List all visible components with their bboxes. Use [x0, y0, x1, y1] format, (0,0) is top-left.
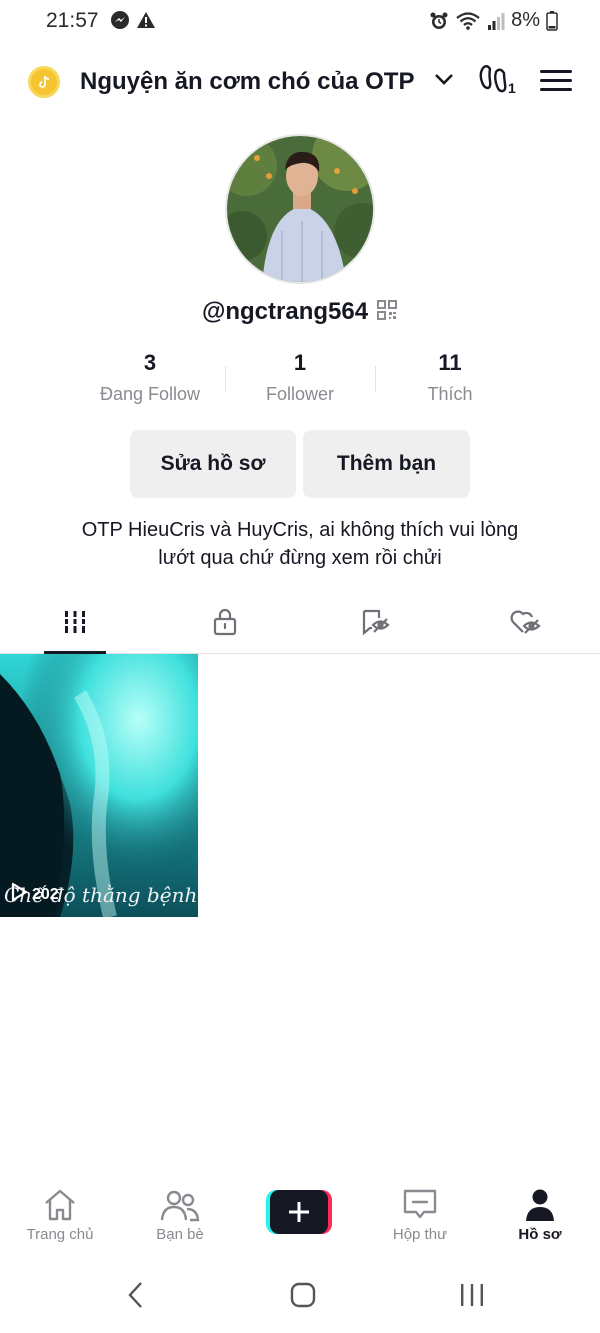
tab-reposts[interactable] [300, 596, 450, 653]
stat-likes[interactable]: 11 Thích [375, 348, 525, 412]
stat-label: Follower [265, 384, 335, 404]
tab-private[interactable] [150, 596, 300, 653]
nav-label: Hộp thư [392, 1226, 448, 1243]
signal-icon [487, 11, 505, 31]
stat-value: 11 [438, 350, 462, 375]
messenger-icon [110, 10, 130, 35]
video-thumbnail[interactable]: Chế độ thằng bệnh hoạn 202 [0, 654, 198, 917]
nav-inbox[interactable]: Hộp thư [360, 1188, 480, 1243]
profile-header: Nguyện ăn cơm chó của OTP 1 [0, 56, 600, 106]
stat-value: 3 [143, 350, 157, 375]
stat-following[interactable]: 3 Đang Follow [75, 348, 225, 412]
footprint-icon[interactable] [478, 64, 508, 103]
profile-stats: 3 Đang Follow 1 Follower 11 Thích [75, 348, 525, 412]
inbox-icon [360, 1188, 480, 1222]
profile-tabs [0, 596, 600, 654]
alarm-icon [429, 11, 449, 31]
system-nav-bar [0, 1266, 600, 1326]
stat-followers[interactable]: 1 Follower [225, 348, 375, 412]
bottom-nav: Trang chủ Bạn bè Hộp thư Hồ sơ [0, 1180, 600, 1250]
tiktok-coin-icon[interactable] [28, 66, 60, 98]
nav-home[interactable]: Trang chủ [0, 1188, 120, 1243]
bio-line: lướt qua chứ đừng xem rồi chửi [158, 547, 442, 569]
status-time: 21:57 [46, 9, 99, 32]
bio-line: OTP HieuCris và HuyCris, ai không thích … [81, 519, 519, 541]
private-lock-icon [211, 608, 239, 641]
back-icon[interactable] [126, 1280, 146, 1315]
videos-grid-icon [62, 609, 88, 640]
add-friend-button[interactable]: Thêm bạn [303, 430, 470, 498]
nav-profile[interactable]: Hồ sơ [480, 1188, 600, 1243]
tab-videos[interactable] [0, 596, 150, 653]
profile-icon [480, 1188, 600, 1222]
view-count: 202 [32, 885, 59, 903]
create-plus-icon[interactable] [266, 1190, 332, 1234]
footprint-count: 1 [508, 80, 516, 96]
reposts-eye-icon [359, 608, 391, 641]
wifi-icon [455, 11, 481, 31]
menu-icon[interactable] [540, 68, 572, 94]
battery-text: 8% [511, 9, 540, 31]
username: @ngctrang564 [201, 298, 369, 325]
stat-label: Thích [427, 384, 473, 404]
profile-bio: OTP HieuCris và HuyCris, ai không thích … [40, 516, 560, 572]
liked-heart-icon [509, 608, 541, 641]
qr-code-icon[interactable] [376, 299, 398, 326]
tab-liked[interactable] [450, 596, 600, 653]
recent-apps-icon[interactable] [458, 1280, 486, 1315]
stat-value: 1 [293, 350, 307, 375]
battery-icon [546, 10, 558, 31]
nav-label: Trang chủ [26, 1226, 94, 1243]
stat-label: Đang Follow [99, 384, 201, 404]
nav-label: Hồ sơ [518, 1226, 562, 1243]
warning-icon [136, 10, 156, 35]
edit-profile-button[interactable]: Sửa hồ sơ [130, 430, 296, 498]
friends-icon [120, 1188, 240, 1222]
home-icon [0, 1188, 120, 1222]
status-bar: 21:57 8% [0, 0, 600, 44]
nav-label: Bạn bè [156, 1226, 204, 1243]
video-views: 202 [10, 882, 59, 907]
nav-friends[interactable]: Bạn bè [120, 1188, 240, 1243]
home-button-icon[interactable] [289, 1280, 317, 1315]
play-icon [10, 882, 28, 907]
account-switcher-title[interactable]: Nguyện ăn cơm chó của OTP [80, 68, 414, 96]
chevron-down-icon[interactable] [434, 72, 454, 91]
avatar[interactable] [225, 134, 375, 284]
